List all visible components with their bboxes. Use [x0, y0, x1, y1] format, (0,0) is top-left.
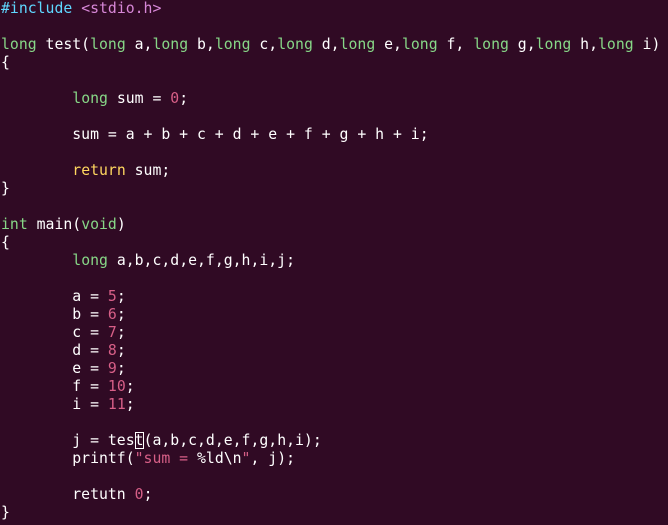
code-token: long: [72, 252, 108, 269]
code-token: void: [81, 216, 117, 233]
code-token: f =: [1, 378, 108, 395]
code-line[interactable]: printf("sum = %ld\n", j);: [1, 450, 295, 468]
code-token: }: [1, 504, 10, 521]
code-token: long: [339, 36, 376, 53]
code-token: 5: [107, 288, 117, 305]
code-line[interactable]: }: [1, 180, 10, 198]
code-token: 10: [107, 378, 126, 395]
code-token: ;: [116, 342, 126, 359]
code-token: h,: [571, 36, 598, 53]
code-token: b,: [188, 36, 215, 53]
code-line[interactable]: a = 5;: [1, 288, 126, 306]
code-token: e,: [375, 36, 402, 53]
code-token: 6: [107, 306, 117, 323]
code-token: sum = a + b + c + d + e + f + g + h + i;: [1, 126, 429, 143]
code-line[interactable]: }: [1, 504, 10, 522]
code-token: ;: [116, 360, 126, 377]
code-token: "sum =: [134, 450, 197, 467]
code-token: sum;: [125, 162, 171, 179]
code-token: ;: [143, 486, 153, 503]
code-token: long: [72, 90, 108, 107]
code-line[interactable]: retutn 0;: [1, 486, 152, 504]
code-token: #include: [1, 0, 73, 17]
code-token: e =: [1, 360, 108, 377]
code-token: printf(: [1, 450, 135, 467]
code-token: {: [1, 54, 10, 71]
code-token: }: [1, 180, 10, 197]
code-token: long: [277, 36, 313, 53]
code-token: ;: [125, 396, 135, 413]
code-line[interactable]: long sum = 0;: [1, 90, 188, 108]
code-token: (a,b,c,d,e,f,g,h,i);: [143, 432, 322, 449]
code-token: b =: [1, 306, 108, 323]
code-token: d =: [1, 342, 108, 359]
code-token: 0: [170, 90, 180, 107]
code-editor[interactable]: #include <stdio.h> long test(long a,long …: [0, 0, 668, 525]
code-token: long: [1, 36, 37, 53]
code-line[interactable]: {: [1, 54, 10, 72]
code-token: return: [72, 162, 126, 179]
code-token: long: [598, 36, 634, 53]
code-token: a =: [1, 288, 108, 305]
code-token: i): [633, 36, 661, 53]
code-token: %ld\n: [197, 450, 242, 467]
code-token: long: [401, 36, 438, 53]
code-token: long: [90, 36, 126, 53]
code-token: c =: [1, 324, 108, 341]
code-line[interactable]: c = 7;: [1, 324, 126, 342]
code-token: f,: [437, 36, 474, 53]
code-token: 0: [134, 486, 144, 503]
code-token: 11: [107, 396, 126, 413]
code-token: long: [473, 36, 509, 53]
code-token: ;: [116, 288, 126, 305]
code-line[interactable]: return sum;: [1, 162, 170, 180]
code-line[interactable]: i = 11;: [1, 396, 135, 414]
code-token: test(: [36, 36, 91, 53]
code-line[interactable]: d = 8;: [1, 342, 126, 360]
code-token: ;: [125, 378, 135, 395]
code-token: sum =: [107, 90, 171, 107]
code-line[interactable]: #include <stdio.h>: [1, 0, 161, 18]
code-token: long: [214, 36, 251, 53]
code-line[interactable]: j = test(a,b,c,d,e,f,g,h,i);: [1, 432, 322, 450]
code-token: a,b,c,d,e,f,g,h,i,j;: [107, 252, 295, 269]
code-token: ;: [116, 306, 126, 323]
code-token: retutn: [1, 486, 135, 503]
code-token: d,: [312, 36, 340, 53]
code-token: 9: [107, 360, 117, 377]
code-line[interactable]: long test(long a,long b,long c,long d,lo…: [1, 36, 660, 54]
code-token: 8: [107, 342, 117, 359]
code-line[interactable]: long a,b,c,d,e,f,g,h,i,j;: [1, 252, 295, 270]
code-line[interactable]: sum = a + b + c + d + e + f + g + h + i;: [1, 126, 429, 144]
code-token: a,: [125, 36, 153, 53]
text-cursor: t: [134, 432, 144, 449]
code-token: ;: [116, 324, 126, 341]
code-token: <stdio.h>: [72, 0, 162, 17]
code-line[interactable]: b = 6;: [1, 306, 126, 324]
code-token: 7: [107, 324, 117, 341]
code-token: g,: [508, 36, 536, 53]
code-token: long: [535, 36, 572, 53]
code-line[interactable]: f = 10;: [1, 378, 135, 396]
code-token: c,: [250, 36, 278, 53]
code-token: int: [1, 216, 28, 233]
code-token: long: [152, 36, 189, 53]
code-token: {: [1, 234, 10, 251]
code-token: i =: [1, 396, 108, 413]
code-token: ;: [179, 90, 189, 107]
code-token: main(: [27, 216, 82, 233]
code-line[interactable]: {: [1, 234, 10, 252]
code-line[interactable]: int main(void): [1, 216, 126, 234]
code-token: j = tes: [1, 432, 135, 449]
code-token: ): [116, 216, 126, 233]
code-token: , j);: [250, 450, 296, 467]
code-line[interactable]: e = 9;: [1, 360, 126, 378]
